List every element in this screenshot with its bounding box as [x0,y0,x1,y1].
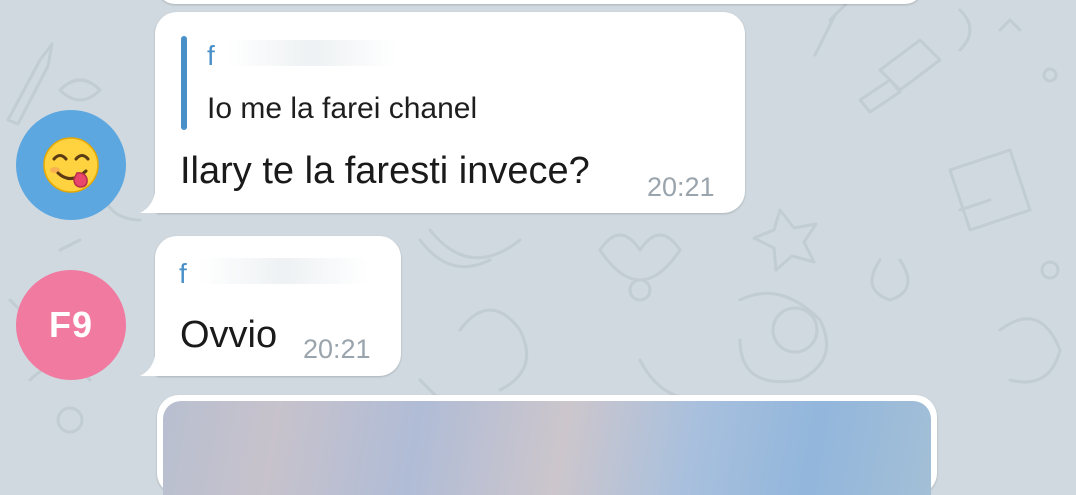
reply-sender-name[interactable]: f [207,40,215,72]
message-bubble[interactable]: f Io me la farei chanel Ilary te la fare… [155,12,745,213]
bubble-tail [140,193,162,213]
previous-message-bubble [157,0,923,4]
redacted-name-area [199,258,369,284]
message-timestamp: 20:21 [647,172,715,202]
message-timestamp: 20:21 [303,334,371,364]
sender-avatar[interactable] [16,110,126,220]
sender-avatar-initials[interactable]: F9 [16,270,126,380]
reply-sender-name[interactable]: f [179,258,187,290]
reply-quote-text[interactable]: Io me la farei chanel [207,92,477,126]
avatar-initials-text: F9 [48,304,93,345]
message-bubble[interactable]: f Ovvio 20:21 [155,236,401,376]
message-text: Ilary te la faresti invece? [180,150,590,192]
blurred-image-preview[interactable] [163,401,931,495]
redacted-name-area [227,40,397,66]
media-message-bubble[interactable] [157,395,937,495]
bubble-tail [140,356,162,376]
message-text: Ovvio [180,314,278,356]
reply-quote-bar [181,36,187,130]
face-savoring-food-emoji-icon [43,137,99,193]
